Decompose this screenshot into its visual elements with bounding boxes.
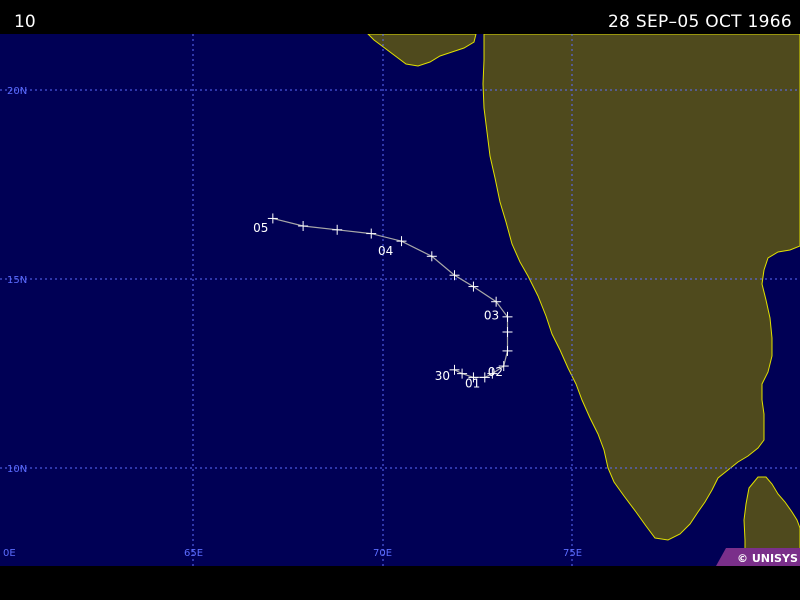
credit-text: © UNISYS xyxy=(737,552,798,565)
latitude-label-10n: 10N xyxy=(7,464,27,475)
day-label-01: 01 xyxy=(465,376,480,390)
day-label-03: 03 xyxy=(484,308,499,322)
storm-number: 10 xyxy=(14,12,36,32)
header-bar: 10 28 SEP–05 OCT 1966 xyxy=(0,0,800,34)
longitude-label-65e: 65E xyxy=(184,548,203,559)
day-label-05: 05 xyxy=(253,221,268,235)
unisys-credit: © UNISYS xyxy=(716,548,800,566)
latitude-label-20n: 20N xyxy=(7,86,27,97)
day-label-30: 30 xyxy=(435,369,450,383)
longitude-label-75e: 75E xyxy=(563,548,582,559)
longitude-label-70e: 70E xyxy=(373,548,392,559)
footer-bar xyxy=(0,566,800,600)
day-label-04: 04 xyxy=(378,244,393,258)
track-map: 20N 15N 10N 0E 65E 70E 75E 300102030405 … xyxy=(0,0,800,600)
latitude-label-15n: 15N xyxy=(7,275,27,286)
longitude-label-0e: 0E xyxy=(3,548,16,559)
day-label-02: 02 xyxy=(488,365,503,379)
date-range: 28 SEP–05 OCT 1966 xyxy=(607,12,792,32)
